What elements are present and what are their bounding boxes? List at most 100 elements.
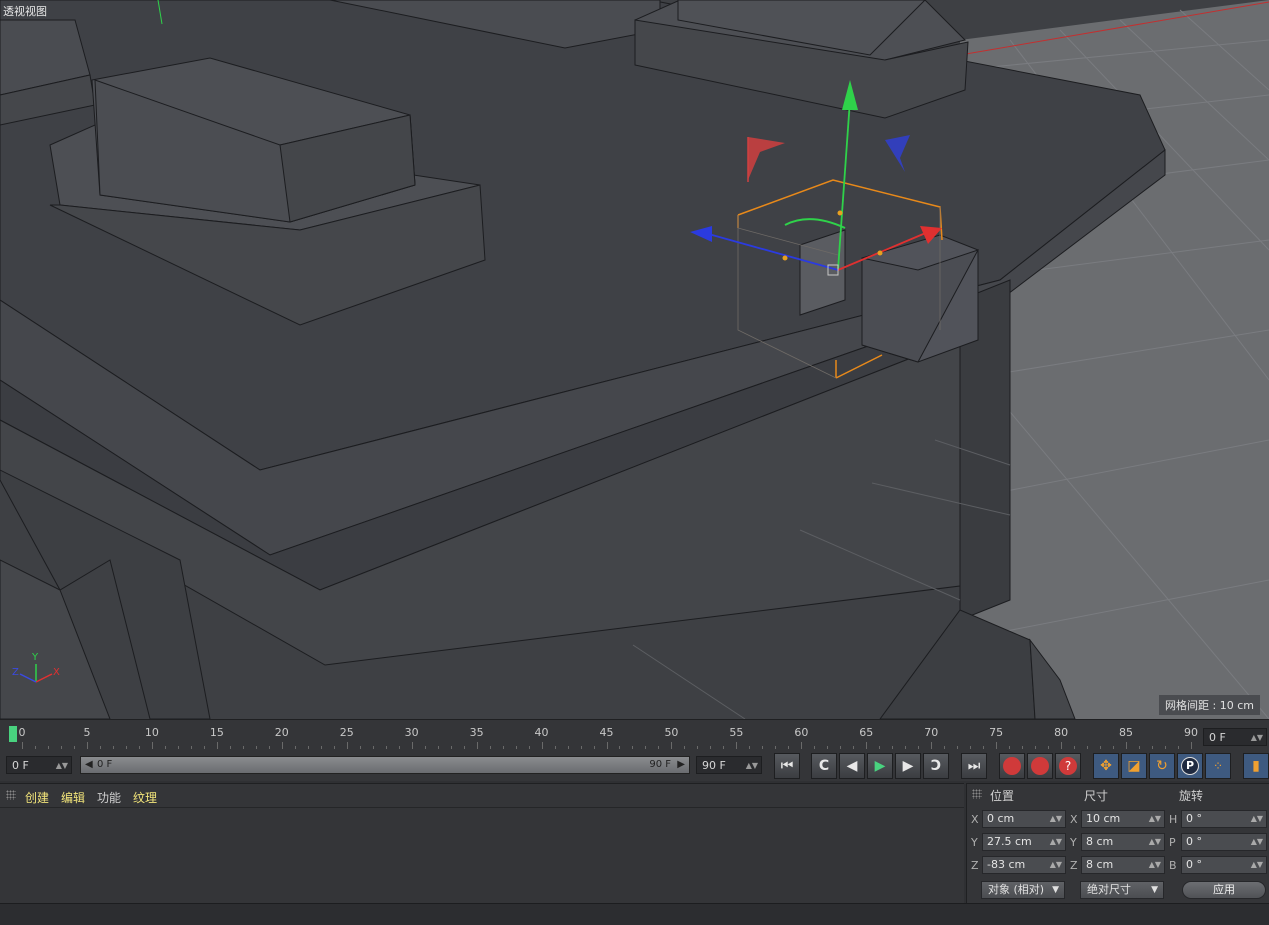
rotate-key-button[interactable]: ↻ <box>1149 753 1175 779</box>
ruler-tick <box>736 742 738 749</box>
position-header: 位置 <box>990 789 1015 803</box>
menu-function[interactable]: 功能 <box>97 789 121 806</box>
prev-frame-button[interactable]: ◀ <box>839 753 865 779</box>
ruler-tick-label: 25 <box>339 726 354 739</box>
rotation-b-field[interactable]: 0 ° ▲▼ <box>1181 856 1267 874</box>
viewport-title[interactable]: 透视视图 <box>3 3 47 19</box>
go-to-end-button[interactable]: ⏭ <box>961 753 987 779</box>
ruler-tick <box>801 742 803 749</box>
timeline-view-button[interactable]: ▮ <box>1243 753 1269 779</box>
spinner-icon[interactable]: ▲▼ <box>1050 834 1062 850</box>
spinner-icon[interactable]: ▲▼ <box>1050 857 1062 873</box>
apply-button[interactable]: 应用 <box>1182 881 1266 899</box>
material-manager-panel[interactable]: 创建 编辑 功能 纹理 <box>0 783 964 904</box>
rotation-h-field[interactable]: 0 ° ▲▼ <box>1181 810 1267 828</box>
keyframe-help-button[interactable]: ? <box>1055 753 1081 779</box>
size-z-field[interactable]: 8 cm ▲▼ <box>1081 856 1165 874</box>
divider <box>0 807 964 808</box>
ruler-tick-label: 90 <box>1184 726 1198 739</box>
panel-grip-icon[interactable] <box>6 790 16 800</box>
rot-axis-p: P <box>1169 836 1176 849</box>
ruler-tick <box>463 746 465 749</box>
rotation-p-field[interactable]: 0 ° ▲▼ <box>1181 833 1267 851</box>
timeline-ruler[interactable]: 0 5 10 15 20 25 30 35 40 45 50 55 60 65 70 75 80 85 90 0 F… <box>0 719 1269 752</box>
ruler-tick <box>866 742 868 749</box>
spinner-icon[interactable]: ▲▼ <box>1251 834 1263 850</box>
perspective-viewport[interactable]: 透视视图 Y X Z 网格间距 : 10 cm <box>0 0 1269 719</box>
ruler-tick <box>645 746 647 749</box>
rotation-header: 旋转 <box>1179 789 1204 803</box>
prev-key-button[interactable]: C <box>811 753 837 779</box>
size-y-value: 8 cm <box>1086 835 1114 848</box>
size-x-value: 10 cm <box>1086 812 1121 825</box>
end-frame-field[interactable]: 90 F ▲▼ <box>696 756 762 774</box>
ruler-tick <box>554 746 556 749</box>
current-frame-field[interactable]: 0 F ▲▼ <box>1203 728 1267 746</box>
next-frame-button[interactable]: ▶ <box>895 753 921 779</box>
menu-edit[interactable]: 编辑 <box>61 789 85 806</box>
autokey-button[interactable] <box>1027 753 1053 779</box>
spinner-icon[interactable]: ▲▼ <box>1149 834 1161 850</box>
ruler-tick <box>619 746 621 749</box>
spinner-icon[interactable]: ▲▼ <box>1050 811 1062 827</box>
autokey-icon <box>1031 757 1049 775</box>
ruler-tick <box>710 746 712 749</box>
next-key-icon: Ↄ <box>930 758 942 774</box>
prev-key-icon: C <box>818 758 830 774</box>
position-z-field[interactable]: -83 cm ▲▼ <box>982 856 1066 874</box>
ruler-tick <box>333 746 335 749</box>
spinner-icon[interactable]: ▲▼ <box>1149 857 1161 873</box>
menu-create[interactable]: 创建 <box>25 789 49 806</box>
ruler-tick <box>190 746 192 749</box>
param-key-button[interactable]: P <box>1177 753 1203 779</box>
right-arrow-icon[interactable]: ▶ <box>677 757 685 773</box>
ruler-tick <box>99 746 101 749</box>
ruler-tick <box>1061 742 1063 749</box>
chevron-down-icon: ▼ <box>1052 885 1059 895</box>
start-frame-field[interactable]: 0 F ▲▼ <box>6 756 72 774</box>
move-key-button[interactable]: ✥ <box>1093 753 1119 779</box>
menu-texture[interactable]: 纹理 <box>133 789 157 806</box>
spinner-icon[interactable]: ▲▼ <box>1149 811 1161 827</box>
ruler-tick <box>60 746 62 749</box>
spinner-icon[interactable]: ▲▼ <box>56 757 68 775</box>
ruler-tick <box>450 746 452 749</box>
spinner-icon[interactable]: ▲▼ <box>1251 857 1263 873</box>
size-y-field[interactable]: 8 cm ▲▼ <box>1081 833 1165 851</box>
spinner-icon[interactable]: ▲▼ <box>1251 811 1263 827</box>
go-to-start-button[interactable]: ⏮ <box>774 753 800 779</box>
coordinate-mode-dropdown[interactable]: 对象 (相对) ▼ <box>981 881 1065 899</box>
panel-grip-icon[interactable] <box>972 789 982 799</box>
preview-range-slider[interactable]: ◀ 0 F 90 F ▶ <box>80 756 690 774</box>
spinner-icon[interactable]: ▲▼ <box>746 757 758 775</box>
ruler-tick-label: 40 <box>534 726 549 739</box>
ruler-tick <box>853 746 855 749</box>
record-button[interactable] <box>999 753 1025 779</box>
rotate-icon: ↻ <box>1156 758 1168 774</box>
start-frame-value: 0 F <box>12 759 29 772</box>
ruler-tick-label: 60 <box>794 726 809 739</box>
left-arrow-icon[interactable]: ◀ <box>85 757 93 773</box>
point-level-button[interactable]: ⁘ <box>1205 753 1231 779</box>
pos-axis-z: Z <box>971 859 979 872</box>
size-mode-dropdown[interactable]: 绝对尺寸 ▼ <box>1080 881 1164 899</box>
size-x-field[interactable]: 10 cm ▲▼ <box>1081 810 1165 828</box>
ruler-tick-label: 75 <box>989 726 1004 739</box>
param-icon: P <box>1181 757 1199 775</box>
play-button[interactable]: ▶ <box>867 753 893 779</box>
record-key-icon <box>1003 757 1021 775</box>
ruler-tick <box>749 746 751 749</box>
position-x-value: 0 cm <box>987 812 1015 825</box>
rot-axis-h: H <box>1169 813 1178 826</box>
playhead[interactable] <box>9 726 17 742</box>
position-x-field[interactable]: 0 cm ▲▼ <box>982 810 1066 828</box>
range-end-label: 90 F <box>649 759 671 770</box>
position-y-field[interactable]: 27.5 cm ▲▼ <box>982 833 1066 851</box>
spinner-icon[interactable]: ▲▼ <box>1251 729 1263 747</box>
ruler-tick-label: 30 <box>404 726 419 739</box>
rot-axis-b: B <box>1169 859 1177 872</box>
ruler-tick <box>983 746 985 749</box>
scale-key-button[interactable]: ◪ <box>1121 753 1147 779</box>
next-key-button[interactable]: Ↄ <box>923 753 949 779</box>
size-mode-value: 绝对尺寸 <box>1087 883 1131 896</box>
